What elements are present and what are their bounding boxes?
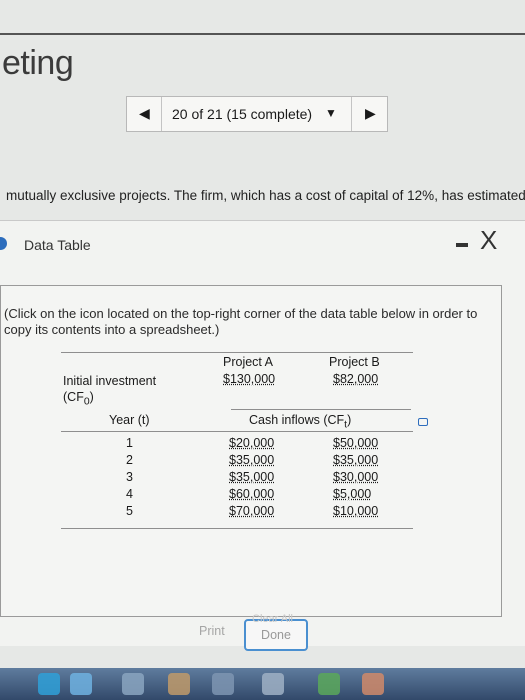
grid-taskbar-icon[interactable] xyxy=(212,673,234,695)
year-column-header: Year (t) xyxy=(109,413,150,427)
project-a-cell: $35,000 xyxy=(229,470,275,484)
file-taskbar-icon[interactable] xyxy=(122,673,144,695)
question-text: mutually exclusive projects. The firm, w… xyxy=(6,188,525,203)
copy-to-spreadsheet-icon[interactable] xyxy=(418,418,428,426)
close-icon[interactable]: X xyxy=(480,225,497,256)
table-top-rule xyxy=(61,352,413,353)
project-a-cell: $70,000 xyxy=(229,504,275,518)
year-cell: 3 xyxy=(126,470,133,484)
project-b-header: Project B xyxy=(329,355,380,369)
page-heading: eting xyxy=(2,44,74,82)
year-cell: 4 xyxy=(126,487,133,501)
pager-divider xyxy=(351,97,352,131)
browser-taskbar-icon[interactable] xyxy=(38,673,60,695)
project-b-cell: $35,000 xyxy=(333,453,379,467)
spreadsheet-taskbar-icon[interactable] xyxy=(318,673,340,695)
initial-investment-a: $130,000 xyxy=(223,372,276,386)
project-a-cell: $35,000 xyxy=(229,453,275,467)
cash-inflows-header: Cash inflows (CFt) xyxy=(249,413,352,431)
clear-all-button[interactable]: Clear All xyxy=(252,613,293,625)
triangle-down-icon[interactable]: ▼ xyxy=(325,106,337,120)
initial-investment-label: Initial investment xyxy=(63,374,157,388)
question-pager: ◀ 20 of 21 (15 complete) ▼ ▶ xyxy=(126,96,388,132)
question-progress-label[interactable]: 20 of 21 (15 complete) xyxy=(172,106,312,122)
initial-investment-b: $82,000 xyxy=(333,372,379,386)
done-button-label: Done xyxy=(261,628,291,642)
year-cell: 2 xyxy=(126,453,133,467)
previous-question-button[interactable]: ◀ xyxy=(139,105,150,122)
year-cell: 5 xyxy=(126,504,133,518)
header-divider xyxy=(0,33,525,35)
data-table-panel: (Click on the icon located on the top-ri… xyxy=(0,285,502,651)
project-a-cell: $60,000 xyxy=(229,487,275,501)
app-taskbar-icon[interactable] xyxy=(70,673,92,695)
project-a-header: Project A xyxy=(223,355,274,369)
minimize-icon[interactable] xyxy=(456,243,468,247)
data-table-dialog: Data Table X (Click on the icon located … xyxy=(0,220,525,651)
project-b-cell: $50,000 xyxy=(333,436,379,450)
media-taskbar-icon[interactable] xyxy=(362,673,384,695)
project-a-cell: $20,000 xyxy=(229,436,275,450)
header-rule xyxy=(231,409,411,410)
table-bottom-rule xyxy=(61,528,413,529)
triangle-left-icon: ◀ xyxy=(139,105,150,121)
next-question-button[interactable]: ▶ xyxy=(365,105,376,122)
print-button[interactable]: Print xyxy=(199,624,225,638)
year-cell: 1 xyxy=(126,436,133,450)
triangle-right-icon: ▶ xyxy=(365,105,376,121)
pager-divider xyxy=(161,97,162,131)
store-taskbar-icon[interactable] xyxy=(168,673,190,695)
project-b-cell: $10,000 xyxy=(333,504,379,518)
taskbar xyxy=(0,668,525,700)
dialog-title: Data Table xyxy=(24,237,91,253)
dialog-bullet-icon xyxy=(0,237,7,250)
initial-investment-sub: (CF0) xyxy=(63,390,94,408)
copy-instruction: (Click on the icon located on the top-ri… xyxy=(4,306,478,337)
header-bottom-rule xyxy=(61,431,413,432)
text-taskbar-icon[interactable] xyxy=(262,673,284,695)
project-b-cell: $30,000 xyxy=(333,470,379,484)
project-b-cell: $5,000 xyxy=(333,487,372,501)
